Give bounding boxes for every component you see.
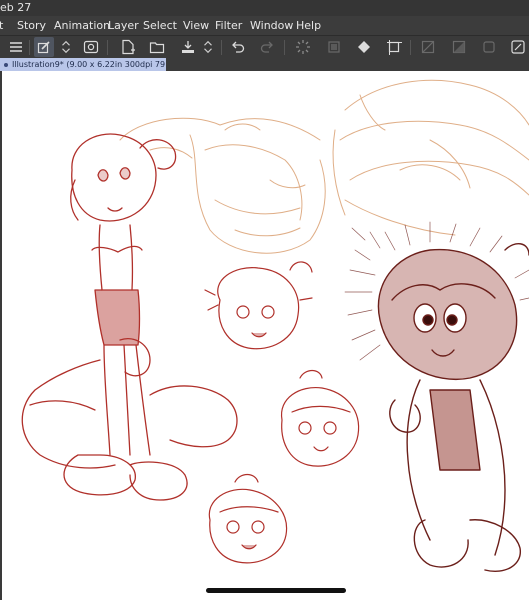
document-tab-label: Illustration9* (9.00 x 6.22in 300dpi 79.…	[12, 60, 166, 69]
eye-icon[interactable]	[81, 37, 101, 57]
save-stepper-icon[interactable]	[201, 37, 215, 57]
loading-spinner-icon[interactable]	[293, 37, 313, 57]
menu-icon[interactable]	[6, 37, 26, 57]
hooded-character	[377, 243, 529, 572]
document-tab[interactable]: Illustration9* (9.00 x 6.22in 300dpi 79.…	[0, 58, 166, 71]
save-icon[interactable]	[178, 37, 198, 57]
menu-select[interactable]: Select	[143, 16, 177, 35]
undo-icon[interactable]	[228, 37, 248, 57]
menu-bar: t Story Animation Layer Select View Filt…	[0, 16, 529, 35]
stepper-icon[interactable]	[59, 37, 73, 57]
clear-icon[interactable]	[449, 37, 469, 57]
transform-icon[interactable]	[384, 37, 404, 57]
standing-character	[21, 133, 238, 501]
more-icon[interactable]	[508, 37, 528, 57]
toolbar-divider	[284, 40, 285, 55]
grid-icon[interactable]	[479, 37, 499, 57]
document-tab-bar: Illustration9* (9.00 x 6.22in 300dpi 79.…	[0, 58, 529, 71]
small-head-1	[204, 261, 313, 350]
menu-layer[interactable]: Layer	[108, 16, 139, 35]
toolbar-divider	[107, 40, 108, 55]
window-title: eb 27	[0, 1, 32, 14]
toolbar-divider	[221, 40, 222, 55]
toolbar-divider	[410, 40, 411, 55]
menu-story[interactable]: Story	[17, 16, 46, 35]
background-sketch	[119, 79, 529, 254]
lasso-icon[interactable]	[324, 37, 344, 57]
menu-animation[interactable]: Animation	[54, 16, 110, 35]
toolbar-divider	[29, 40, 30, 55]
menu-view[interactable]: View	[183, 16, 209, 35]
redo-icon[interactable]	[257, 37, 277, 57]
tab-dot-icon	[4, 62, 8, 67]
home-indicator[interactable]	[206, 588, 346, 593]
new-file-icon[interactable]	[118, 37, 138, 57]
sketch-artwork	[21, 79, 529, 572]
small-head-3	[208, 473, 288, 564]
hide-icon[interactable]	[418, 37, 438, 57]
small-head-2	[280, 369, 360, 467]
pen-select-icon[interactable]	[34, 37, 54, 57]
menu-filter[interactable]: Filter	[215, 16, 242, 35]
menu-window[interactable]: Window	[250, 16, 293, 35]
fill-icon[interactable]	[354, 37, 374, 57]
title-bar: eb 27	[0, 0, 529, 16]
menu-help[interactable]: Help	[296, 16, 321, 35]
toolbar	[0, 35, 529, 60]
menu-file[interactable]: t	[0, 16, 3, 35]
open-folder-icon[interactable]	[147, 37, 167, 57]
drawing-canvas[interactable]	[0, 71, 529, 600]
canvas-left-edge	[0, 71, 2, 600]
